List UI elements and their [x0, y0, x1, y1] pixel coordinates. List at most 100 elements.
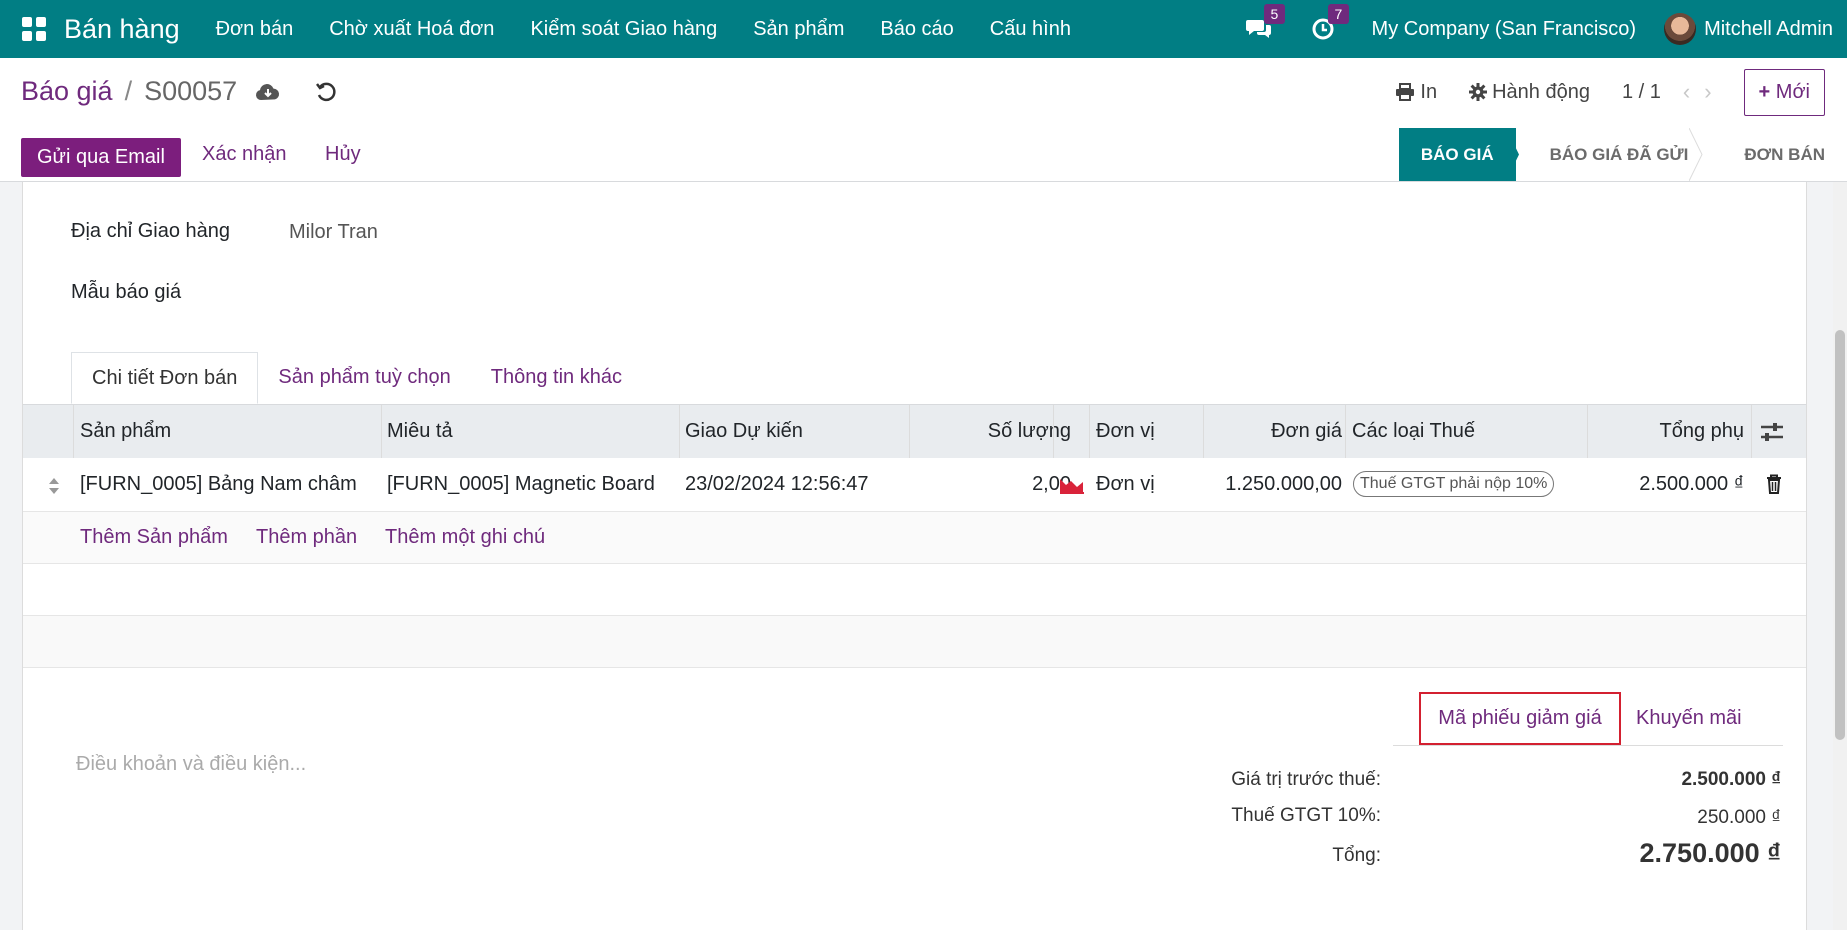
breadcrumb-separator: / [124, 76, 133, 106]
terms-conditions-field[interactable]: Điều khoản và điều kiện... [76, 753, 306, 776]
pager-previous-icon[interactable]: ‹ [1683, 79, 1690, 105]
company-switcher[interactable]: My Company (San Francisco) [1372, 18, 1637, 41]
untaxed-amount-label: Giá trị trước thuế: [1231, 769, 1381, 790]
add-line-controls: Thêm Sản phẩm Thêm phần Thêm một ghi chú [23, 512, 1806, 564]
col-subtotal[interactable]: Tổng phụ [1659, 420, 1744, 443]
gear-icon [1469, 83, 1488, 101]
tax-amount-label: Thuế GTGT 10%: [1231, 805, 1381, 826]
stage-divider [1688, 128, 1703, 181]
col-description[interactable]: Miêu tả [387, 420, 453, 443]
action-button[interactable]: Hành động [1469, 81, 1590, 104]
scrollbar-thumb[interactable] [1835, 330, 1845, 740]
cell-description[interactable]: [FURN_0005] Magnetic Board [387, 473, 655, 496]
form-sheet: Địa chỉ Giao hàng Milor Tran Mẫu báo giá… [22, 182, 1807, 930]
control-panel: Báo giá / S00057 In Hành động 1 / 1 ‹ › … [0, 58, 1847, 182]
stage-sales-order[interactable]: ĐƠN BÁN [1710, 128, 1847, 181]
print-label: In [1420, 80, 1438, 103]
record-name: S00057 [144, 76, 238, 106]
total-label: Tổng: [1332, 845, 1381, 866]
column-divider [1345, 405, 1346, 459]
tab-other-info[interactable]: Thông tin khác [471, 352, 642, 404]
delivery-address-field[interactable]: Milor Tran [289, 221, 378, 244]
col-uom[interactable]: Đơn vị [1096, 420, 1155, 443]
breadcrumb-quotations[interactable]: Báo giá [21, 76, 113, 107]
menu-orders[interactable]: Đơn bán [216, 18, 294, 41]
status-bar: BÁO GIÁ BÁO GIÁ ĐÃ GỬI ĐƠN BÁN [1398, 128, 1847, 181]
menu-configuration[interactable]: Cấu hình [990, 18, 1071, 41]
activities-badge: 7 [1327, 4, 1350, 24]
quotation-template-label: Mẫu báo giá [71, 281, 182, 303]
stage-quotation[interactable]: BÁO GIÁ [1398, 128, 1516, 181]
drag-handle-icon[interactable] [47, 475, 61, 497]
col-unit-price[interactable]: Đơn giá [1271, 420, 1342, 443]
confirm-button[interactable]: Xác nhận [202, 143, 287, 166]
column-divider [909, 405, 910, 459]
tax-amount-value: 250.000 ₫ [1697, 807, 1781, 828]
pager-next-icon[interactable]: › [1704, 79, 1711, 105]
empty-row [23, 564, 1806, 616]
add-product-link[interactable]: Thêm Sản phẩm [80, 526, 228, 549]
column-divider [381, 405, 382, 459]
delivery-address-label: Địa chỉ Giao hàng [71, 220, 230, 242]
top-navbar: Bán hàng Đơn bán Chờ xuất Hoá đơn Kiểm s… [0, 0, 1847, 58]
discard-undo-icon[interactable] [312, 78, 340, 106]
notebook-tabs: Chi tiết Đơn bán Sản phẩm tuỳ chọn Thông… [71, 352, 642, 404]
add-note-link[interactable]: Thêm một ghi chú [385, 526, 545, 549]
pager-value[interactable]: 1 / 1 [1622, 81, 1661, 104]
new-button[interactable]: + Mới [1743, 68, 1825, 116]
untaxed-amount-value: 2.500.000 ₫ [1681, 769, 1781, 790]
column-divider [1203, 405, 1204, 459]
optional-columns-icon[interactable] [1760, 422, 1784, 442]
column-divider [73, 405, 74, 459]
printer-icon [1396, 83, 1415, 101]
column-divider [1751, 405, 1752, 459]
user-menu[interactable]: Mitchell Admin [1704, 18, 1833, 41]
send-email-button[interactable]: Gửi qua Email [21, 138, 181, 177]
add-section-link[interactable]: Thêm phần [256, 526, 357, 549]
menu-products[interactable]: Sản phẩm [753, 18, 844, 41]
activities-button[interactable]: 7 [1308, 4, 1350, 44]
column-divider [1053, 405, 1054, 459]
totals-divider [1393, 745, 1783, 746]
column-divider [1089, 405, 1090, 459]
apps-menu-icon[interactable] [22, 17, 46, 41]
save-cloud-icon[interactable] [254, 78, 282, 106]
empty-row [23, 616, 1806, 668]
messages-button[interactable]: 5 [1244, 4, 1286, 44]
trash-icon[interactable] [1766, 474, 1782, 494]
menu-to-invoice[interactable]: Chờ xuất Hoá đơn [329, 18, 494, 41]
tab-order-lines[interactable]: Chi tiết Đơn bán [71, 352, 259, 404]
col-delivery-date[interactable]: Giao Dự kiến [685, 420, 803, 443]
tab-optional-products[interactable]: Sản phẩm tuỳ chọn [258, 352, 470, 404]
cell-subtotal: 2.500.000 ₫ [1639, 473, 1744, 495]
cancel-button[interactable]: Hủy [325, 143, 361, 166]
column-divider [679, 405, 680, 459]
menu-delivery-control[interactable]: Kiểm soát Giao hàng [530, 18, 717, 41]
cell-unit-price[interactable]: 1.250.000,00 [1225, 473, 1342, 496]
print-button[interactable]: In [1395, 81, 1437, 104]
plus-icon: + [1758, 80, 1771, 103]
coupon-code-button[interactable]: Mã phiếu giảm giá [1419, 692, 1621, 745]
forecast-chart-icon[interactable] [1059, 476, 1085, 494]
breadcrumb: Báo giá / S00057 [21, 76, 237, 107]
stage-arrow [1505, 128, 1519, 181]
column-divider [1587, 405, 1588, 459]
cell-uom[interactable]: Đơn vị [1096, 473, 1155, 496]
col-product[interactable]: Sản phẩm [80, 420, 171, 443]
table-row[interactable]: [FURN_0005] Bảng Nam châm [FURN_0005] Ma… [23, 458, 1806, 512]
col-taxes[interactable]: Các loại Thuế [1352, 420, 1475, 443]
stage-quotation-sent[interactable]: BÁO GIÁ ĐÃ GỬI [1515, 128, 1711, 181]
tax-tag[interactable]: Thuế GTGT phải nộp 10% [1353, 471, 1555, 497]
control-panel-right: In Hành động 1 / 1 ‹ › + Mới [1395, 68, 1825, 116]
messages-badge: 5 [1263, 4, 1286, 24]
action-label: Hành động [1492, 80, 1590, 103]
promotions-button[interactable]: Khuyến mãi [1636, 707, 1742, 730]
action-bar: Gửi qua Email Xác nhận Hủy BÁO GIÁ BÁO G… [0, 128, 1847, 182]
total-value: 2.750.000 ₫ [1639, 838, 1781, 868]
col-quantity[interactable]: Số lượng [988, 420, 1071, 443]
cell-delivery-date[interactable]: 23/02/2024 12:56:47 [685, 473, 869, 496]
cell-product[interactable]: [FURN_0005] Bảng Nam châm [80, 473, 357, 496]
menu-reporting[interactable]: Báo cáo [880, 18, 953, 41]
avatar[interactable] [1664, 13, 1697, 45]
app-brand[interactable]: Bán hàng [64, 14, 180, 45]
